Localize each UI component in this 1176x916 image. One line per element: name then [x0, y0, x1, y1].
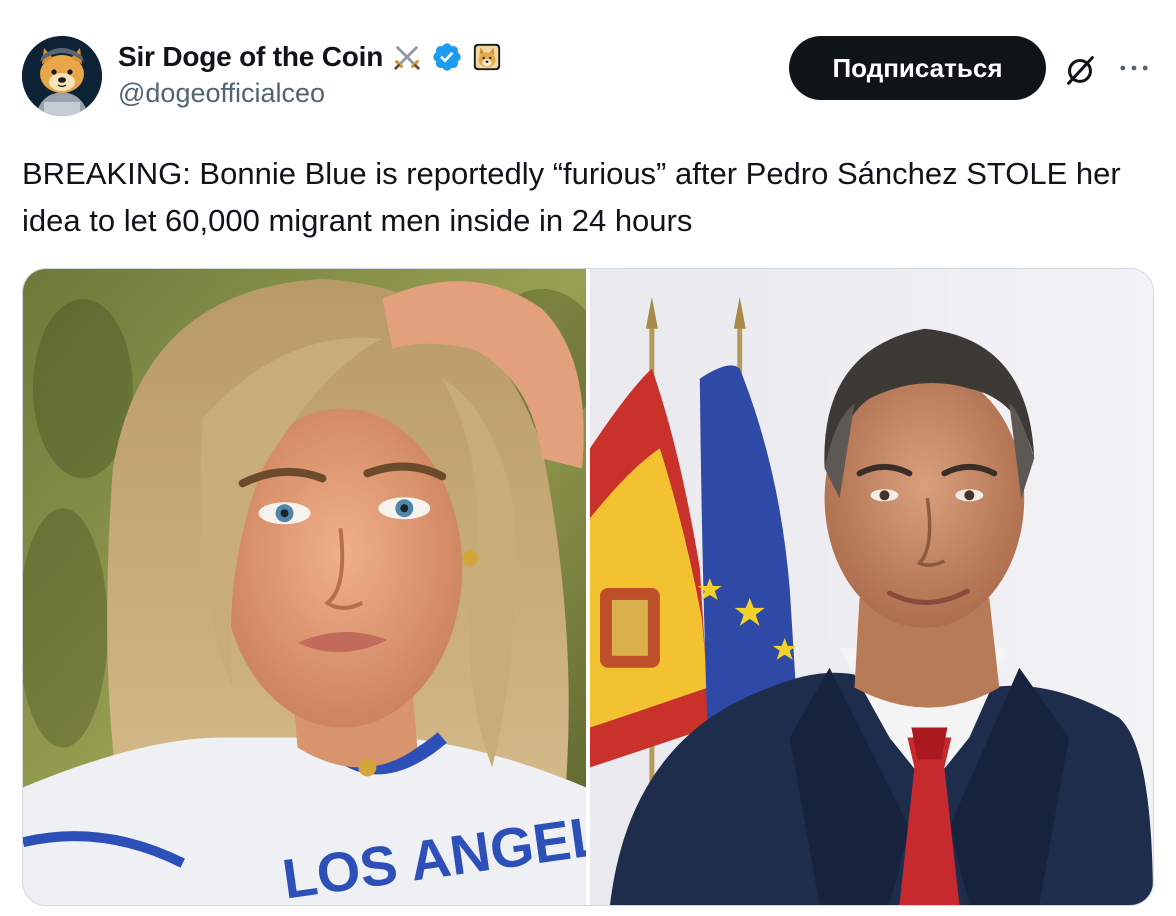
doge-affiliate-icon[interactable]	[471, 41, 503, 73]
crossed-swords-icon	[391, 41, 423, 73]
grok-icon[interactable]	[1060, 50, 1100, 90]
follow-button[interactable]: Подписаться	[789, 36, 1046, 100]
author-name-row: Sir Doge of the Coin	[118, 38, 503, 76]
tweet-text: BREAKING: Bonnie Blue is reportedly “fur…	[22, 156, 1121, 238]
author-display-name[interactable]: Sir Doge of the Coin	[118, 41, 383, 73]
photo-woman-selfie[interactable]: LOS ANGELES	[23, 269, 586, 905]
more-options-icon[interactable]	[1112, 48, 1156, 88]
tweet-card: Sir Doge of the Coin @dogeofficialceo По…	[0, 0, 1176, 916]
doge-avatar-icon	[22, 36, 102, 116]
media-grid: LOS ANGELES	[22, 268, 1154, 906]
woman-selfie-image: LOS ANGELES	[23, 269, 586, 905]
photo-man-portrait[interactable]	[590, 269, 1153, 905]
author-handle[interactable]: @dogeofficialceo	[118, 78, 503, 109]
author-avatar[interactable]	[22, 36, 102, 116]
man-portrait-image	[590, 269, 1153, 905]
author-block: Sir Doge of the Coin @dogeofficialceo	[118, 38, 503, 109]
verified-badge-icon[interactable]	[431, 41, 463, 73]
